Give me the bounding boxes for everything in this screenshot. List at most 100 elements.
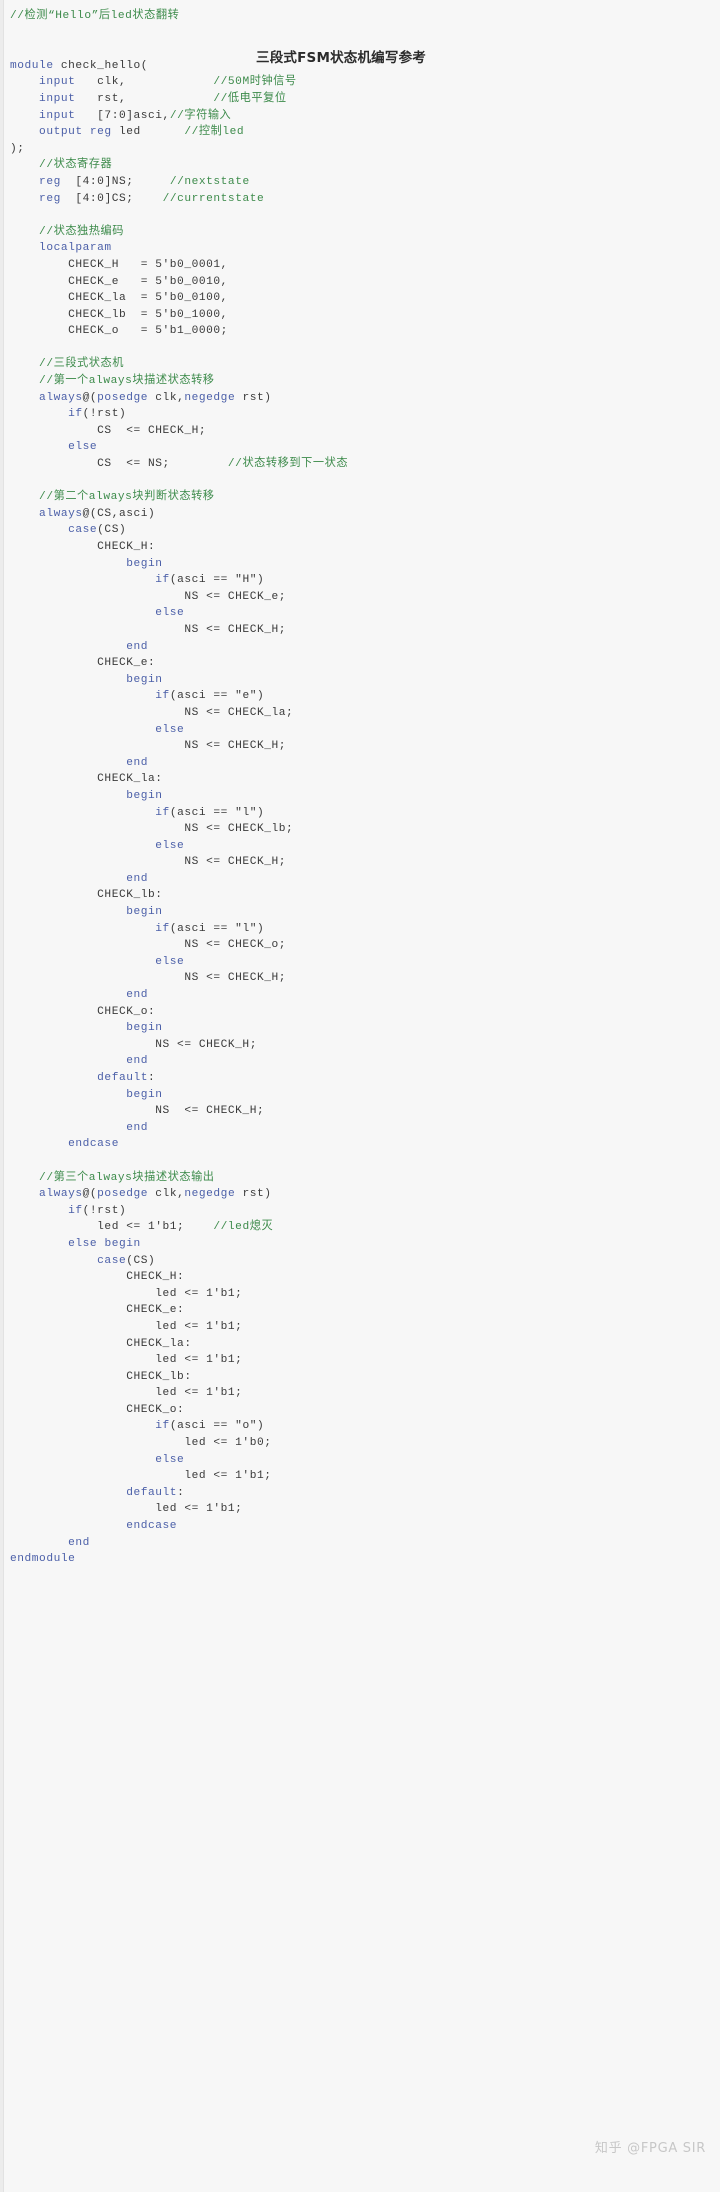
code-text: @(CS,asci)	[82, 507, 156, 520]
code-text: (CS)	[126, 1254, 156, 1267]
code-line: //三段式状态机	[0, 356, 720, 373]
code-line: output reg led //控制led	[0, 124, 720, 141]
code-text: NS <= CHECK_e;	[10, 590, 287, 603]
code-text: (!rst)	[82, 1204, 127, 1217]
code-keyword: negedge	[184, 1188, 236, 1201]
code-line: NS <= CHECK_H;	[0, 738, 720, 755]
code-keyword: default	[10, 1072, 149, 1084]
code-text: led <= 1'b1;	[10, 1287, 243, 1300]
code-keyword: end	[10, 1536, 90, 1549]
code-text: check_hello(	[53, 59, 149, 72]
code-text: NS <= CHECK_H;	[10, 740, 287, 753]
code-line: else	[0, 838, 720, 855]
code-text: led <= 1'b1;	[10, 1503, 243, 1516]
code-line: CHECK_H:	[0, 1269, 720, 1286]
code-keyword: else	[10, 1237, 98, 1250]
code-line: endmodule	[0, 1551, 720, 1568]
code-text: :	[177, 1486, 185, 1499]
code-keyword: if	[10, 1420, 170, 1433]
code-comment: //状态寄存器	[10, 159, 113, 172]
code-line: NS <= CHECK_la;	[0, 705, 720, 722]
code-line: //第二个always块判断状态转移	[0, 489, 720, 506]
code-text: led <= 1'b1;	[10, 1320, 243, 1333]
code-keyword: end	[10, 640, 149, 653]
code-text: @(	[82, 391, 98, 404]
code-text: (asci == "e")	[169, 690, 265, 703]
code-keyword: reg	[10, 175, 61, 188]
code-keyword: else	[10, 839, 185, 852]
code-text: NS <= CHECK_H;	[10, 856, 287, 869]
code-text: NS <= CHECK_o;	[10, 939, 287, 952]
code-text: led <= 1'b1;	[10, 1470, 272, 1483]
code-line: end	[0, 755, 720, 772]
code-line: always@(posedge clk,negedge rst)	[0, 1186, 720, 1203]
code-line: endcase	[0, 1136, 720, 1153]
code-line: CHECK_e:	[0, 1302, 720, 1319]
code-text: NS <= CHECK_la;	[10, 706, 294, 719]
code-line: CHECK_e = 5'b0_0010,	[0, 274, 720, 291]
code-keyword: reg	[10, 192, 61, 205]
code-keyword: posedge	[97, 1188, 149, 1201]
code-text: rst)	[235, 391, 272, 404]
code-line: //第三个always块描述状态输出	[0, 1170, 720, 1187]
code-text: rst)	[235, 1188, 272, 1201]
code-text: [4:0]CS;	[60, 192, 163, 205]
code-line: //状态寄存器	[0, 157, 720, 174]
code-line: if(asci == "l")	[0, 921, 720, 938]
code-line: CS <= CHECK_H;	[0, 423, 720, 440]
code-line: reg [4:0]CS; //currentstate	[0, 191, 720, 208]
code-line: input clk, //50M时钟信号	[0, 74, 720, 91]
code-comment: //三段式状态机	[10, 358, 125, 371]
code-line: case(CS)	[0, 1253, 720, 1270]
code-text: (!rst)	[82, 408, 127, 421]
code-line: reg [4:0]NS; //nextstate	[0, 174, 720, 191]
code-keyword: output	[10, 126, 83, 139]
code-line: led <= 1'b1; //led熄灭	[0, 1219, 720, 1236]
code-line: if(asci == "l")	[0, 805, 720, 822]
code-line: always@(posedge clk,negedge rst)	[0, 390, 720, 407]
code-keyword: else	[10, 607, 185, 620]
code-keyword: else	[10, 723, 185, 736]
code-keyword: begin	[104, 1237, 141, 1250]
code-line: begin	[0, 672, 720, 689]
code-text: clk,	[148, 391, 185, 404]
code-text: CHECK_la = 5'b0_0100,	[10, 292, 228, 305]
code-line: //状态独热编码	[0, 224, 720, 241]
code-comment: //低电平复位	[213, 92, 287, 105]
code-line: CS <= NS; //状态转移到下一状态	[0, 456, 720, 473]
code-line: end	[0, 1120, 720, 1137]
code-line: end	[0, 639, 720, 656]
code-line: NS <= CHECK_e;	[0, 589, 720, 606]
code-line: NS <= CHECK_H;	[0, 622, 720, 639]
code-comment: //第三个always块描述状态输出	[10, 1171, 215, 1184]
watermark-attribution: 知乎 @FPGA SIR	[594, 2141, 706, 2156]
code-comment: //状态独热编码	[10, 225, 125, 238]
code-text: rst,	[75, 92, 214, 105]
code-line: CHECK_lb:	[0, 887, 720, 904]
code-comment: //currentstate	[162, 192, 265, 205]
code-keyword: end	[10, 756, 149, 769]
code-line: CHECK_o:	[0, 1004, 720, 1021]
code-keyword: input	[10, 76, 76, 89]
code-line: CHECK_la:	[0, 1336, 720, 1353]
code-line: else	[0, 722, 720, 739]
code-keyword: reg	[89, 126, 112, 139]
code-line: if(asci == "H")	[0, 572, 720, 589]
code-keyword: always	[10, 1188, 83, 1201]
code-line: begin	[0, 788, 720, 805]
code-keyword: module	[10, 59, 54, 72]
code-keyword: begin	[10, 1022, 163, 1035]
code-line: led <= 1'b1;	[0, 1286, 720, 1303]
code-line: begin	[0, 556, 720, 573]
code-keyword: always	[10, 507, 83, 520]
code-text: NS <= CHECK_H;	[10, 1038, 257, 1051]
code-text: CHECK_o:	[10, 1403, 185, 1416]
code-text: CHECK_e:	[10, 657, 156, 670]
code-keyword: begin	[10, 789, 163, 802]
code-keyword: end	[10, 872, 149, 885]
code-text: NS <= CHECK_H;	[10, 1105, 265, 1118]
